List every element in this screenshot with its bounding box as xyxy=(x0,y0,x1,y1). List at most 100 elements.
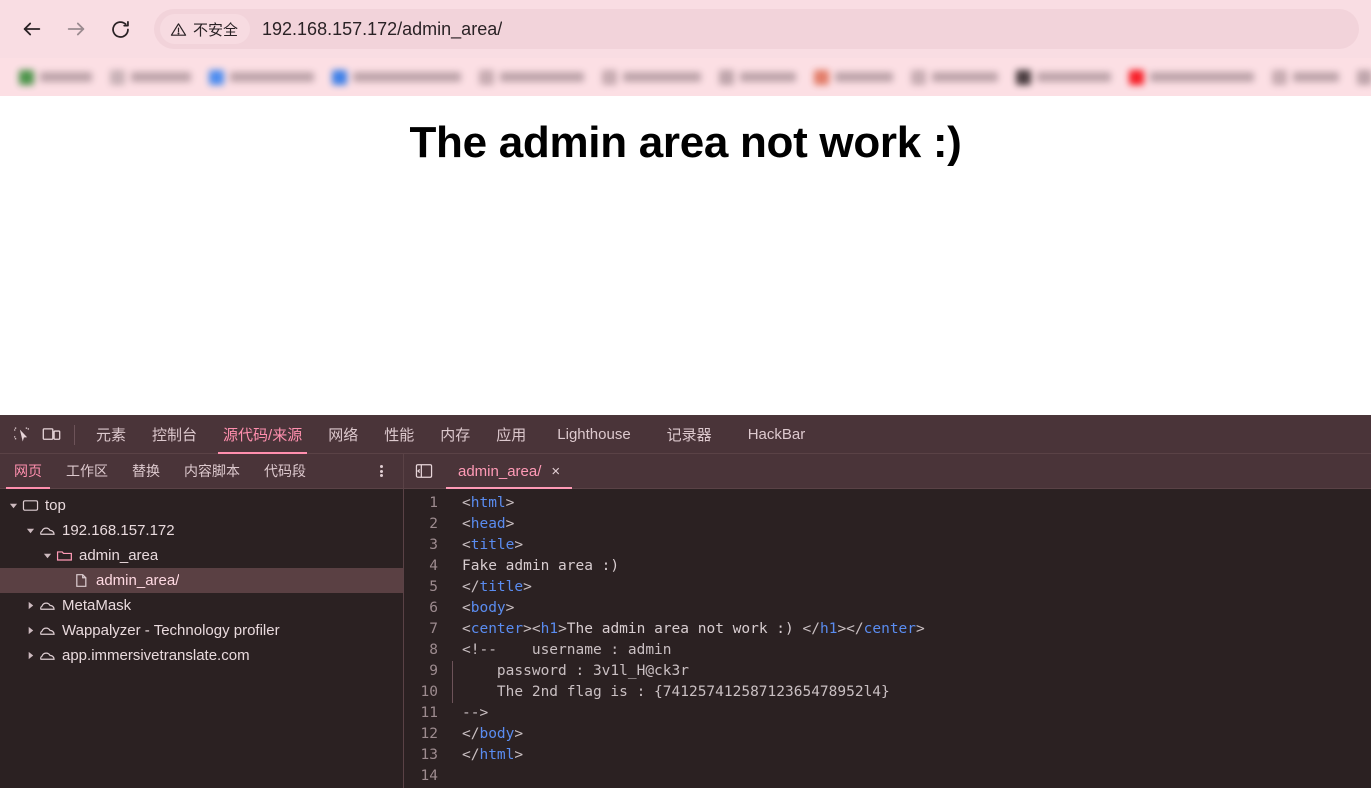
bookmarks-bar[interactable] xyxy=(0,58,1371,96)
bookmark-item[interactable] xyxy=(1263,64,1348,90)
code-line-10[interactable]: 10 The 2nd flag is : {741257412587123654… xyxy=(404,682,1371,703)
bookmark-item[interactable] xyxy=(1007,64,1120,90)
navigator-subtab-3[interactable]: 内容脚本 xyxy=(172,454,252,489)
inspect-element-icon[interactable] xyxy=(6,420,36,450)
source-editor: admin_area/ × 1 <html> 2 <head> 3 <title> 4 Fak… xyxy=(404,454,1371,788)
tree-item-5[interactable]: Wappalyzer - Technology profiler xyxy=(0,618,403,643)
code-line-6[interactable]: 6 <body> xyxy=(404,598,1371,619)
line-number: 7 xyxy=(429,621,438,637)
code-token-tag: h1 xyxy=(819,621,838,637)
line-content xyxy=(450,766,471,787)
code-line-14[interactable]: 14 xyxy=(404,766,1371,787)
code-line-12[interactable]: 12 </body> xyxy=(404,724,1371,745)
bookmark-item[interactable] xyxy=(470,64,593,90)
tree-item-2[interactable]: admin_area xyxy=(0,543,403,568)
line-number: 6 xyxy=(429,600,438,616)
line-content: </title> xyxy=(450,577,532,598)
line-content: The 2nd flag is : {741257412587123654789… xyxy=(450,682,890,703)
bookmark-item[interactable] xyxy=(200,64,323,90)
code-token-punc: >< xyxy=(523,621,541,637)
tree-item-0[interactable]: top xyxy=(0,493,403,518)
navigator-subtab-1[interactable]: 工作区 xyxy=(54,454,120,489)
more-options-icon[interactable] xyxy=(367,457,395,485)
code-line-4[interactable]: 4 Fake admin area :) xyxy=(404,556,1371,577)
devtools-tab-7[interactable]: Lighthouse xyxy=(539,416,648,454)
reload-button[interactable] xyxy=(100,9,140,49)
navigator-subtab-0[interactable]: 网页 xyxy=(2,454,54,489)
code-token-punc: </ xyxy=(462,579,480,595)
url-text[interactable]: 192.168.157.172/admin_area/ xyxy=(262,19,502,40)
toggle-navigator-icon[interactable] xyxy=(410,457,438,485)
bookmark-item[interactable] xyxy=(101,64,200,90)
bookmark-item[interactable] xyxy=(902,64,1007,90)
file-tree[interactable]: top 192.168.157.172 admin_area admin_area/M… xyxy=(0,489,403,788)
line-content: Fake admin area :) xyxy=(450,556,619,577)
bookmark-item[interactable] xyxy=(323,64,470,90)
chevron-right-icon[interactable] xyxy=(23,651,37,660)
code-line-1[interactable]: 1 <html> xyxy=(404,493,1371,514)
code-line-9[interactable]: 9 password : 3v1l_H@ck3r xyxy=(404,661,1371,682)
code-line-5[interactable]: 5 </title> xyxy=(404,577,1371,598)
devtools-tab-5[interactable]: 内存 xyxy=(427,416,483,454)
code-line-11[interactable]: 11 --> xyxy=(404,703,1371,724)
chevron-down-icon[interactable] xyxy=(6,501,20,510)
code-line-13[interactable]: 13 </html> xyxy=(404,745,1371,766)
bookmark-label xyxy=(230,72,314,82)
devtools-tab-6[interactable]: 应用 xyxy=(483,416,539,454)
editor-tabbar: admin_area/ × xyxy=(404,454,1371,489)
code-line-2[interactable]: 2 <head> xyxy=(404,514,1371,535)
code-token-punc: > xyxy=(505,495,515,511)
line-number: 3 xyxy=(429,537,438,553)
navigator-subtab-4[interactable]: 代码段 xyxy=(252,454,318,489)
code-token-tag: html xyxy=(479,747,515,763)
devtools-panel: 元素 控制台 源代码/来源 网络 性能 内存 应用 Lighthouse 记录器 HackBar … xyxy=(0,415,1371,788)
code-token-punc: </ xyxy=(802,621,820,637)
devtools-tab-2[interactable]: 源代码/来源 xyxy=(210,416,315,454)
devtools-tab-9[interactable]: HackBar xyxy=(730,416,824,454)
editor-tab-admin-area[interactable]: admin_area/ × xyxy=(446,454,573,489)
bookmark-favicon-icon xyxy=(719,69,734,85)
line-content: <center><h1>The admin area not work :) <… xyxy=(450,619,925,640)
security-status-chip[interactable]: 不安全 xyxy=(160,14,251,44)
devtools-tab-1[interactable]: 控制台 xyxy=(139,416,210,454)
code-token-tag: html xyxy=(470,495,506,511)
devtools-tab-4[interactable]: 性能 xyxy=(371,416,427,454)
back-button[interactable] xyxy=(12,9,52,49)
bookmark-item[interactable] xyxy=(710,64,805,90)
forward-button[interactable] xyxy=(56,9,96,49)
editor-tab-label: admin_area/ xyxy=(458,462,542,480)
code-line-7[interactable]: 7 <center><h1>The admin area not work :) … xyxy=(404,619,1371,640)
code-line-3[interactable]: 3 <title> xyxy=(404,535,1371,556)
bookmark-item[interactable] xyxy=(805,64,902,90)
code-line-8[interactable]: 8 <!-- username : admin xyxy=(404,640,1371,661)
bookmark-item[interactable] xyxy=(1348,64,1371,90)
bookmark-favicon-icon xyxy=(1129,69,1144,85)
line-content: <body> xyxy=(450,598,514,619)
line-number: 4 xyxy=(429,558,438,574)
bookmark-item[interactable] xyxy=(10,64,101,90)
tree-item-4[interactable]: MetaMask xyxy=(0,593,403,618)
navigator-subtab-2[interactable]: 替换 xyxy=(120,454,172,489)
devtools-tab-8[interactable]: 记录器 xyxy=(649,416,730,454)
cloud-icon xyxy=(37,598,57,613)
chevron-down-icon[interactable] xyxy=(23,526,37,535)
cloud-icon xyxy=(37,623,57,638)
code-view[interactable]: 1 <html> 2 <head> 3 <title> 4 Fake admin area :… xyxy=(404,489,1371,788)
address-bar[interactable]: 不安全 192.168.157.172/admin_area/ xyxy=(154,9,1359,49)
line-content: --> xyxy=(450,703,488,724)
devtools-tab-3[interactable]: 网络 xyxy=(315,416,371,454)
bookmark-item[interactable] xyxy=(1120,64,1263,90)
tree-item-6[interactable]: app.immersivetranslate.com xyxy=(0,643,403,668)
device-toolbar-icon[interactable] xyxy=(36,420,66,450)
close-icon[interactable]: × xyxy=(551,464,560,479)
chevron-right-icon[interactable] xyxy=(23,601,37,610)
tree-item-label: MetaMask xyxy=(62,597,132,614)
sources-navigator: 网页 工作区 替换 内容脚本 代码段 top 192.168.157.172 admin_a… xyxy=(0,454,404,788)
chevron-down-icon[interactable] xyxy=(40,551,54,560)
devtools-tab-0[interactable]: 元素 xyxy=(83,416,139,454)
cloud-icon xyxy=(37,523,57,538)
tree-item-1[interactable]: 192.168.157.172 xyxy=(0,518,403,543)
tree-item-3[interactable]: admin_area/ xyxy=(0,568,403,593)
chevron-right-icon[interactable] xyxy=(23,626,37,635)
bookmark-item[interactable] xyxy=(593,64,710,90)
